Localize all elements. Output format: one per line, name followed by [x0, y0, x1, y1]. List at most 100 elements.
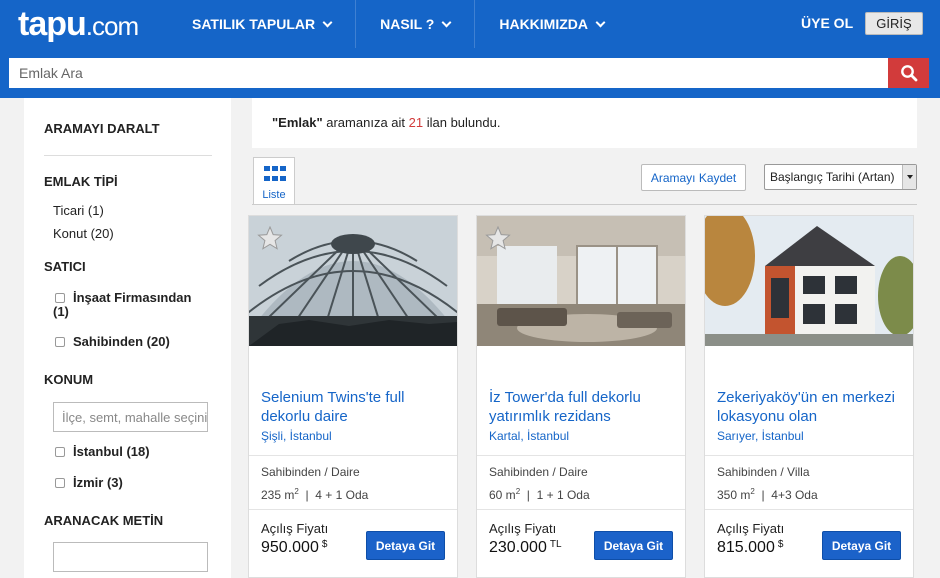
favorite-star-icon[interactable]	[257, 226, 283, 250]
favorite-star-icon[interactable]	[485, 226, 511, 250]
nav-item-nasil[interactable]: NASIL ?	[355, 0, 474, 48]
listing-area: 235 m	[261, 488, 295, 502]
logo-main: tapu	[18, 5, 87, 43]
filter-location-istanbul[interactable]: İstanbul (18)	[55, 444, 150, 459]
listing-rooms: 1 + 1 Oda	[536, 488, 590, 502]
chevron-down-icon	[595, 17, 606, 27]
divider	[249, 509, 457, 510]
filter-location-izmir[interactable]: İzmir (3)	[55, 475, 123, 490]
tab-list-view[interactable]: Liste	[253, 157, 295, 204]
divider	[477, 455, 685, 456]
logo-sub: .com	[85, 11, 139, 41]
nav-label: HAKKIMIZDA	[499, 16, 588, 32]
listing-card[interactable]: Zekeriyaköy'ün en merkezi lokasyonu olan…	[704, 215, 914, 578]
listing-specs: 235 m2 | 4 + 1 Oda	[261, 487, 369, 502]
listing-location: Sarıyer, İstanbul	[717, 429, 804, 443]
filter-sidebar: ARAMAYI DARALT EMLAK TİPİ Ticari (1) Kon…	[24, 98, 231, 578]
divider	[249, 455, 457, 456]
nav-item-satilik-tapular[interactable]: SATILIK TAPULAR	[168, 0, 355, 48]
result-summary: "Emlak" aramanıza ait 21 ilan bulundu.	[252, 98, 917, 148]
site-logo[interactable]: tapu.com	[18, 5, 139, 44]
checkbox-label-count: (1)	[53, 304, 69, 319]
listing-rooms: 4+3 Oda	[771, 488, 818, 502]
listing-seller-type: Sahibinden / Villa	[717, 465, 810, 479]
filter-type-ticari[interactable]: Ticari (1)	[53, 203, 104, 218]
search-text-heading: ARANACAK METİN	[44, 513, 164, 528]
result-text-mid: aramanıza ait	[322, 115, 409, 130]
filter-type-konut[interactable]: Konut (20)	[53, 226, 114, 241]
listing-card[interactable]: Selenium Twins'te full dekorlu daire Şiş…	[248, 215, 458, 578]
save-search-button[interactable]: Aramayı Kaydet	[641, 164, 746, 191]
checkbox-label: İstanbul (18)	[73, 444, 150, 459]
filter-seller-sahibinden[interactable]: Sahibinden (20)	[55, 334, 170, 349]
opening-price-label: Açılış Fiyatı	[489, 521, 557, 536]
seller-heading: SATICI	[44, 259, 86, 274]
listing-price: 950.000 $	[261, 539, 327, 557]
divider	[44, 155, 212, 156]
sidebar-title: ARAMAYI DARALT	[44, 121, 160, 136]
listing-rooms: 4 + 1 Oda	[315, 488, 369, 502]
checkbox-label: Sahibinden (20)	[73, 334, 170, 349]
checkbox[interactable]	[55, 337, 65, 347]
result-count: 21	[408, 115, 424, 130]
divider	[705, 455, 913, 456]
search-text-input[interactable]	[53, 542, 208, 572]
sort-selected-value: Başlangıç Tarihi (Artan)	[770, 170, 895, 184]
search-input[interactable]	[9, 58, 889, 88]
currency: $	[777, 539, 784, 550]
nav-item-hakkimizda[interactable]: HAKKIMIZDA	[474, 0, 628, 48]
listing-location: Kartal, İstanbul	[489, 429, 570, 443]
listing-title[interactable]: Zekeriyaköy'ün en merkezi lokasyonu olan	[717, 388, 907, 426]
detail-button[interactable]: Detaya Git	[822, 531, 901, 560]
listing-photo[interactable]	[705, 216, 913, 346]
area-unit-superscript: 2	[294, 487, 299, 496]
main-nav: SATILIK TAPULAR NASIL ? HAKKIMIZDA	[168, 0, 628, 48]
listing-seller-type: Sahibinden / Daire	[261, 465, 360, 479]
location-heading: KONUM	[44, 372, 94, 387]
price-value: 815.000	[717, 539, 775, 556]
divider	[705, 509, 913, 510]
grid-icon	[264, 166, 286, 184]
detail-button[interactable]: Detaya Git	[594, 531, 673, 560]
top-navbar: tapu.com SATILIK TAPULAR NASIL ? HAKKIMI…	[0, 0, 940, 48]
list-view-label: Liste	[262, 189, 286, 201]
listing-title[interactable]: Selenium Twins'te full dekorlu daire	[261, 388, 451, 426]
listing-price: 230.000 TL	[489, 539, 562, 557]
checkbox[interactable]	[55, 293, 65, 303]
price-value: 950.000	[261, 539, 319, 556]
detail-button[interactable]: Detaya Git	[366, 531, 445, 560]
sort-select[interactable]: Başlangıç Tarihi (Artan)	[764, 164, 917, 190]
opening-price-label: Açılış Fiyatı	[261, 521, 329, 536]
divider	[252, 204, 917, 205]
filter-seller-insaat[interactable]: İnşaat Firmasından	[55, 290, 191, 305]
result-query: "Emlak"	[272, 115, 323, 130]
filter-seller-insaat-count: (1)	[53, 304, 69, 319]
listing-location: Şişli, İstanbul	[261, 429, 332, 443]
listing-photo[interactable]	[249, 216, 457, 346]
nav-label: SATILIK TAPULAR	[192, 16, 316, 32]
listing-photo[interactable]	[477, 216, 685, 346]
checkbox-label: İnşaat Firmasından	[73, 290, 192, 305]
select-arrow-icon	[902, 165, 916, 189]
search-icon	[900, 65, 917, 82]
opening-price-label: Açılış Fiyatı	[717, 521, 785, 536]
listing-title[interactable]: İz Tower'da full dekorlu yatırımlık rezi…	[489, 388, 679, 426]
search-button[interactable]	[888, 58, 929, 88]
checkbox[interactable]	[55, 447, 65, 457]
listing-seller-type: Sahibinden / Daire	[489, 465, 588, 479]
listing-price: 815.000 $	[717, 539, 783, 557]
checkbox[interactable]	[55, 478, 65, 488]
chevron-down-icon	[441, 17, 452, 27]
divider	[477, 509, 685, 510]
signup-link[interactable]: ÜYE OL	[801, 15, 853, 31]
currency: $	[321, 539, 328, 550]
result-text-end: ilan bulundu.	[423, 115, 501, 130]
listing-specs: 350 m2 | 4+3 Oda	[717, 487, 818, 502]
listing-card[interactable]: İz Tower'da full dekorlu yatırımlık rezi…	[476, 215, 686, 578]
login-button[interactable]: GİRİŞ	[865, 12, 923, 35]
listing-area: 60 m	[489, 488, 516, 502]
checkbox-label: İzmir (3)	[73, 475, 123, 490]
price-value: 230.000	[489, 539, 547, 556]
area-unit-superscript: 2	[515, 487, 521, 496]
location-input[interactable]	[53, 402, 208, 432]
